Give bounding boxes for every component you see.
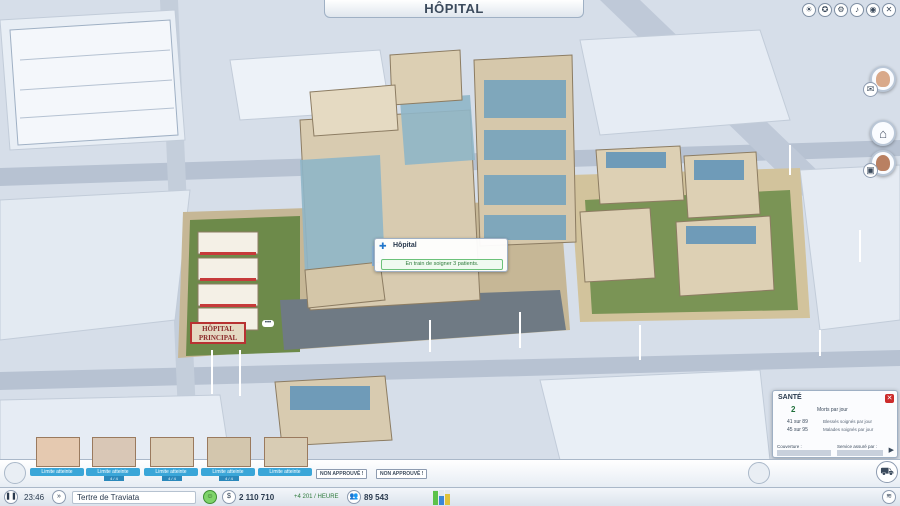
gear-icon[interactable]: ⚙	[834, 3, 848, 17]
layers-icon[interactable]: ≋	[882, 490, 896, 504]
bulldozer-icon[interactable]: ⛟	[876, 461, 898, 483]
sick-treated-value: 45 sur 95	[787, 427, 808, 433]
palette-item-count: 4 / 4	[162, 476, 182, 481]
tooltip-status-message: En train de soigner 3 patients.	[381, 259, 503, 270]
residential-demand-bar	[433, 490, 438, 505]
deaths-per-day-label: Morts par jour	[817, 407, 848, 413]
palette-item[interactable]: Limite atteinte 4 / 4	[201, 437, 257, 481]
building-thumbnail	[36, 437, 80, 467]
commercial-demand-fill	[439, 496, 444, 505]
palette-item-label: Limite atteinte	[144, 468, 198, 476]
building-title: HÔPITAL	[324, 0, 584, 18]
funds-value: 2 110 710	[239, 493, 275, 502]
medal-icon[interactable]: ✪	[818, 3, 832, 17]
health-panel: SANTÉ ✕ 2 Morts par jour 41 sur 89 Bless…	[772, 390, 898, 458]
palette-item[interactable]: Limite atteinte 4 / 4	[86, 437, 142, 481]
close-icon[interactable]: ✕	[885, 394, 894, 403]
industrial-demand-bar	[445, 490, 450, 505]
medical-cross-icon: ✚	[379, 241, 387, 251]
industrial-demand-fill	[445, 494, 450, 505]
building-thumbnail	[264, 437, 308, 467]
not-approved-button[interactable]: NON APPROUVÉ !	[316, 469, 368, 479]
sound-icon[interactable]: ♪	[850, 3, 864, 17]
tooltip-title: Hôpital	[393, 242, 417, 249]
commercial-demand-bar	[439, 490, 444, 505]
health-panel-title: SANTÉ	[778, 394, 802, 401]
hospital-sign: HÔPITAL PRINCIPAL	[190, 322, 246, 344]
palette-scroll-right[interactable]	[748, 462, 770, 484]
service-provider-bar	[837, 450, 883, 456]
mayor-portrait-icon	[876, 155, 890, 171]
fast-forward-icon[interactable]: »	[52, 490, 66, 504]
hospital-tooltip[interactable]: ✚ Hôpital En train de soigner 3 patients…	[374, 238, 508, 272]
income-rate: +4 201 / HEURE	[294, 494, 339, 500]
globe-icon[interactable]: ◉	[866, 3, 880, 17]
chat-icon[interactable]: ✉	[863, 82, 878, 97]
next-arrow-icon[interactable]: ▶	[889, 446, 894, 454]
more-options-icon[interactable]: •••	[262, 320, 274, 327]
rci-demand-meter[interactable]	[433, 490, 450, 505]
status-bar: ❚❚ 23:46 » Tertre de Traviata ☺ $ 2 110 …	[0, 487, 900, 506]
city-hall-button[interactable]: ⌂	[870, 120, 896, 146]
deaths-per-day-value: 2	[791, 405, 796, 414]
palette-item-label: Limite atteinte	[86, 468, 140, 476]
system-menu: ☀ ✪ ⚙ ♪ ◉ ✕	[802, 3, 896, 17]
game-clock: 23:46	[24, 493, 45, 502]
coverage-label: Couverture :	[777, 444, 802, 449]
population-value: 89 543	[364, 493, 389, 502]
building-thumbnail	[92, 437, 136, 467]
advisor-portrait-icon	[876, 71, 890, 87]
building-thumbnail	[150, 437, 194, 467]
city-name[interactable]: Tertre de Traviata	[72, 491, 196, 504]
palette-item[interactable]: Limite atteinte	[258, 437, 314, 481]
pause-icon[interactable]: ❚❚	[4, 490, 18, 504]
close-icon[interactable]: ✕	[882, 3, 896, 17]
palette-item[interactable]: Limite atteinte	[30, 437, 86, 481]
bus-icon[interactable]: ▣	[863, 163, 878, 178]
residential-demand-fill	[433, 491, 438, 505]
money-icon[interactable]: $	[222, 490, 236, 504]
service-provider-label: Service assuré par :	[837, 444, 878, 449]
injured-treated-label: Blessés soignés par jour	[823, 419, 873, 424]
palette-item-count: 4 / 4	[104, 476, 124, 481]
palette-item-label: Limite atteinte	[258, 468, 312, 476]
population-icon[interactable]: 👥	[347, 490, 361, 504]
sick-treated-label: Malades soignés par jour	[823, 427, 874, 432]
city-hall-icon: ⌂	[879, 125, 887, 141]
palette-scroll-left[interactable]	[4, 462, 26, 484]
building-thumbnail	[207, 437, 251, 467]
palette-item-count: 4 / 4	[219, 476, 239, 481]
palette-item-label: Limite atteinte	[30, 468, 84, 476]
coverage-bar	[777, 450, 831, 456]
happy-face-icon[interactable]: ☺	[203, 490, 217, 504]
palette-item-label: Limite atteinte	[201, 468, 255, 476]
palette-item[interactable]: Limite atteinte 4 / 4	[144, 437, 200, 481]
injured-treated-value: 41 sur 89	[787, 419, 808, 425]
sun-icon[interactable]: ☀	[802, 3, 816, 17]
not-approved-button[interactable]: NON APPROUVÉ !	[376, 469, 428, 479]
